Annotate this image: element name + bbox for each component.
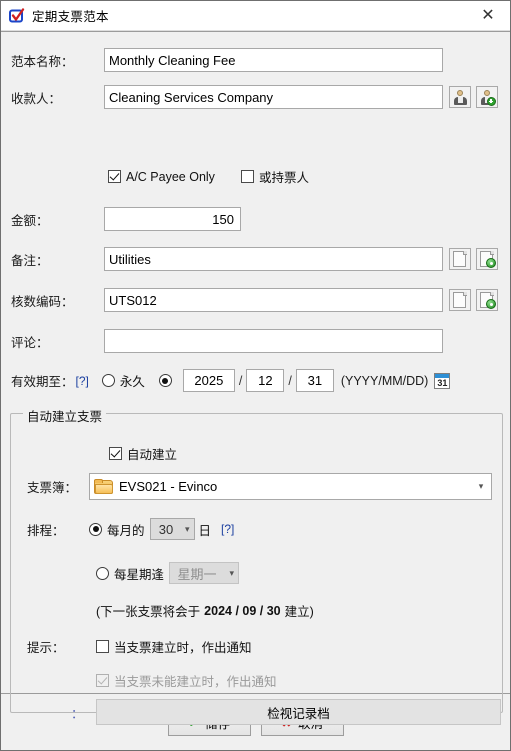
auto-create-checkbox[interactable] <box>109 447 122 460</box>
folder-icon <box>94 479 113 494</box>
or-bearer-checkbox[interactable] <box>240 170 254 183</box>
dialog-window: 定期支票范本 ✕ 范本名称： 收款人： <box>0 0 511 751</box>
cheque-book-label: 支票簿： <box>27 481 78 495</box>
alert-label: 提示： <box>27 641 65 655</box>
field-view-log: ： 检视记录档 <box>71 699 501 725</box>
document-icon <box>453 292 467 308</box>
comment-label: 评论： <box>11 335 49 350</box>
notify-on-failed-checkbox <box>96 674 109 687</box>
date-separator-2: / <box>288 373 292 388</box>
notify-on-created-checkbox[interactable] <box>96 640 109 653</box>
log-label: ： <box>71 706 84 721</box>
field-cheque-book: 支票簿： EVS021 - Evinco ▾ <box>27 473 492 500</box>
audit-code-pick-button[interactable] <box>449 289 471 311</box>
person-icon <box>453 90 468 105</box>
field-amount: 金额： <box>11 207 241 231</box>
document-add-icon <box>480 292 496 309</box>
field-valid-until: 有效期至： [?] 永久 / / (YYYY/MM/DD) 31 <box>11 369 451 392</box>
date-format-hint: (YYYY/MM/DD) <box>340 373 429 388</box>
expiry-date-radio[interactable] <box>158 374 172 387</box>
audit-code-input[interactable] <box>104 288 443 312</box>
monthly-radio[interactable] <box>89 522 102 536</box>
monthly-prefix-label: 每月的 <box>107 523 145 538</box>
auto-create-group: 自动建立支票 自动建立 支票簿： EVS021 - Evinco ▾ 排程： 每… <box>10 406 503 725</box>
add-payee-button[interactable] <box>476 86 498 108</box>
field-payee: 收款人： <box>11 85 498 109</box>
calendar-day-number: 31 <box>437 377 448 388</box>
valid-until-help-icon[interactable]: [?] <box>76 374 89 388</box>
payee-options: A/C Payee Only 或持票人 <box>108 167 309 186</box>
field-schedule-weekly: 每星期逢 星期一 ▾ <box>96 562 240 584</box>
amount-input[interactable] <box>104 207 241 231</box>
cheque-check-icon <box>9 7 25 24</box>
valid-month-input[interactable] <box>246 369 285 392</box>
auto-create-group-title: 自动建立支票 <box>23 406 107 425</box>
payee-input[interactable] <box>104 85 443 109</box>
template-name-label: 范本名称： <box>11 54 74 69</box>
schedule-help-icon[interactable]: [?] <box>221 522 234 536</box>
field-schedule-monthly: 排程： 每月的 30 ▾ 日 [?] <box>27 518 234 540</box>
valid-year-input[interactable] <box>182 369 235 392</box>
next-cheque-suffix: 建立) <box>284 605 314 619</box>
monthly-day-combobox[interactable]: 30 ▾ <box>149 518 195 540</box>
calendar-icon[interactable]: 31 <box>434 372 451 389</box>
auto-create-label: 自动建立 <box>127 448 178 462</box>
memo-input[interactable] <box>104 247 443 271</box>
select-payee-button[interactable] <box>449 86 471 108</box>
forever-label: 永久 <box>119 375 145 389</box>
field-template-name: 范本名称： <box>11 48 443 72</box>
ac-payee-only-checkbox[interactable] <box>108 170 121 183</box>
or-bearer-label: 或持票人 <box>258 171 309 185</box>
weekly-radio[interactable] <box>96 566 109 580</box>
field-alert-created: 提示： 当支票建立时，作出通知 <box>27 637 252 656</box>
close-icon[interactable]: ✕ <box>466 1 510 30</box>
monthly-suffix-label: 日 <box>198 523 212 538</box>
dialog-body: 范本名称： 收款人： A/C Payee Only <box>1 31 510 725</box>
next-cheque-prefix: (下一张支票将会于 <box>96 605 201 619</box>
field-comment: 评论： <box>11 329 443 353</box>
audit-code-add-button[interactable] <box>476 289 498 311</box>
valid-until-label: 有效期至： <box>11 375 74 389</box>
schedule-label: 排程： <box>27 523 65 538</box>
weekday-combobox[interactable]: 星期一 ▾ <box>169 562 240 584</box>
comment-input[interactable] <box>104 329 443 353</box>
person-add-icon <box>480 90 496 106</box>
amount-label: 金额： <box>11 213 49 228</box>
chevron-down-icon[interactable]: ▾ <box>471 481 491 492</box>
date-separator-1: / <box>238 373 243 388</box>
weekday-value: 星期一 <box>177 566 217 582</box>
audit-code-label: 核数编码： <box>11 294 74 309</box>
field-audit-code: 核数编码： <box>11 288 498 312</box>
ac-payee-only-label: A/C Payee Only <box>126 169 215 184</box>
next-cheque-info: (下一张支票将会于 2024 / 09 / 30 建立) <box>96 601 314 620</box>
template-name-input[interactable] <box>104 48 443 72</box>
title-bar: 定期支票范本 ✕ <box>1 1 510 31</box>
auto-create-option: 自动建立 <box>109 444 177 463</box>
document-add-icon <box>480 251 496 268</box>
window-title: 定期支票范本 <box>32 10 109 24</box>
forever-radio[interactable] <box>101 374 115 387</box>
cheque-book-combobox[interactable]: EVS021 - Evinco ▾ <box>89 473 492 500</box>
field-memo: 备注： <box>11 247 498 271</box>
cheque-book-value: EVS021 - Evinco <box>119 479 218 494</box>
chevron-down-icon[interactable]: ▾ <box>185 524 190 535</box>
memo-add-button[interactable] <box>476 248 498 270</box>
chevron-down-icon[interactable]: ▾ <box>229 568 234 579</box>
memo-label: 备注： <box>11 253 49 268</box>
valid-day-input[interactable] <box>295 369 334 392</box>
document-icon <box>453 251 467 267</box>
memo-pick-button[interactable] <box>449 248 471 270</box>
monthly-day-value: 30 <box>158 521 174 537</box>
view-log-button[interactable]: 检视记录档 <box>96 699 501 725</box>
weekly-prefix-label: 每星期逢 <box>114 567 165 582</box>
notify-on-failed-label: 当支票未能建立时，作出通知 <box>114 675 277 689</box>
next-cheque-date: 2024 / 09 / 30 <box>204 603 281 618</box>
payee-label: 收款人： <box>11 91 62 106</box>
notify-on-created-label: 当支票建立时，作出通知 <box>114 641 252 655</box>
field-alert-failed: 当支票未能建立时，作出通知 <box>96 671 277 690</box>
